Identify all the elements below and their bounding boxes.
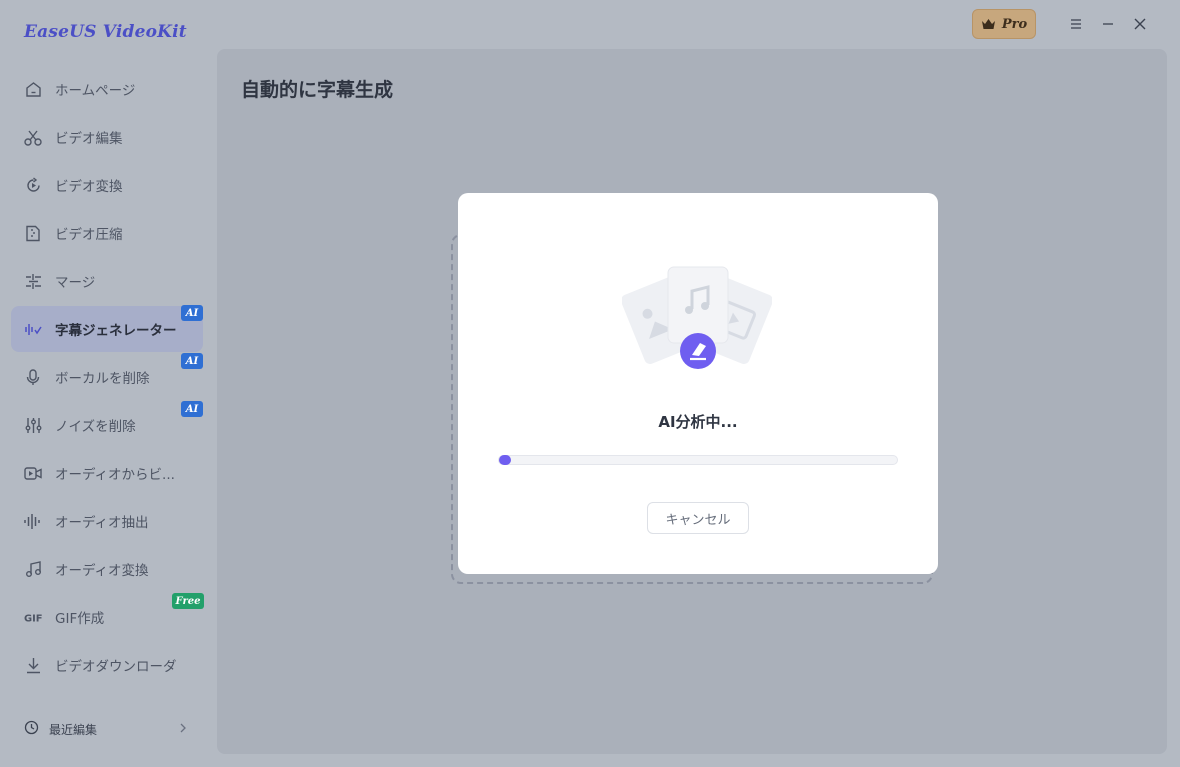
- sidebar-item-label: GIF作成: [55, 611, 105, 627]
- sidebar-item-video-convert[interactable]: ビデオ変換: [11, 162, 203, 208]
- sidebar-item-label: ビデオ圧縮: [55, 227, 123, 243]
- merge-icon: [24, 272, 42, 290]
- analyzing-dialog: AI分析中... キャンセル: [458, 193, 938, 574]
- sidebar-item-label: マージ: [55, 275, 96, 291]
- chevron-right-icon[interactable]: [179, 722, 187, 737]
- app-logo: EaseUS VideoKit: [24, 22, 187, 42]
- sidebar-item-video-downloader[interactable]: ビデオダウンローダ: [11, 642, 203, 688]
- pro-upgrade-button[interactable]: Pro: [972, 9, 1036, 39]
- recent-edits-label: 最近編集: [49, 722, 98, 737]
- clock-icon: [24, 720, 39, 738]
- sidebar-item-label: ノイズを削除: [55, 419, 136, 435]
- sidebar-item-audio-extract[interactable]: オーディオ抽出: [11, 498, 203, 544]
- sidebar-item-audio-convert[interactable]: オーディオ変換: [11, 546, 203, 592]
- progress-fill: [499, 455, 511, 465]
- cancel-button[interactable]: キャンセル: [647, 502, 749, 534]
- sidebar-item-remove-noise[interactable]: ノイズを削除: [11, 402, 203, 448]
- close-icon[interactable]: [1130, 14, 1150, 34]
- sidebar-item-label: ビデオ編集: [55, 131, 123, 147]
- sidebar-item-label: ボーカルを削除: [55, 371, 150, 387]
- page-title: 自動的に字幕生成: [241, 79, 394, 101]
- gif-icon: GIF: [24, 608, 42, 626]
- subtitle-icon: [24, 320, 42, 338]
- ai-badge: AI: [181, 305, 203, 321]
- sliders-icon: [24, 416, 42, 434]
- sidebar-item-label: オーディオからビ...: [55, 467, 175, 483]
- sidebar-item-label: ビデオ変換: [55, 179, 123, 195]
- convert-icon: [24, 176, 42, 194]
- free-badge: Free: [172, 593, 204, 609]
- video-camera-icon: [24, 464, 42, 482]
- sidebar-item-label: オーディオ変換: [55, 563, 149, 579]
- sidebar-item-remove-vocals[interactable]: ボーカルを削除: [11, 354, 203, 400]
- sidebar-item-home[interactable]: ホームページ: [11, 66, 203, 112]
- progress-bar: [498, 455, 898, 465]
- ai-badge: AI: [181, 353, 203, 369]
- sidebar-item-video-compress[interactable]: ビデオ圧縮: [11, 210, 203, 256]
- svg-text:GIF: GIF: [24, 614, 42, 625]
- sidebar-item-audio-to-video[interactable]: オーディオからビ...: [11, 450, 203, 496]
- sidebar-item-merge[interactable]: マージ: [11, 258, 203, 304]
- microphone-icon: [24, 368, 42, 386]
- hamburger-icon[interactable]: [1066, 14, 1086, 34]
- sidebar-item-label: ホームページ: [55, 83, 136, 99]
- download-icon: [24, 656, 42, 674]
- sidebar-item-subtitle-generator[interactable]: 字幕ジェネレーター: [11, 306, 203, 352]
- sidebar-item-label: ビデオダウンローダ: [55, 659, 177, 675]
- sidebar-item-video-edit[interactable]: ビデオ編集: [11, 114, 203, 160]
- home-icon: [24, 80, 42, 98]
- scissors-icon: [24, 128, 42, 146]
- media-files-illustration: [621, 263, 773, 373]
- sidebar-item-label: 字幕ジェネレーター: [55, 323, 177, 339]
- pro-label: Pro: [1001, 16, 1028, 32]
- waveform-icon: [24, 512, 42, 530]
- crown-icon: [981, 15, 996, 34]
- music-note-icon: [24, 560, 42, 578]
- recent-edits-button[interactable]: 最近編集: [24, 720, 97, 738]
- minimize-icon[interactable]: [1098, 14, 1118, 34]
- analyzing-status: AI分析中...: [658, 413, 738, 431]
- sidebar-item-label: オーディオ抽出: [55, 515, 149, 531]
- ai-badge: AI: [181, 401, 203, 417]
- compress-icon: [24, 224, 42, 242]
